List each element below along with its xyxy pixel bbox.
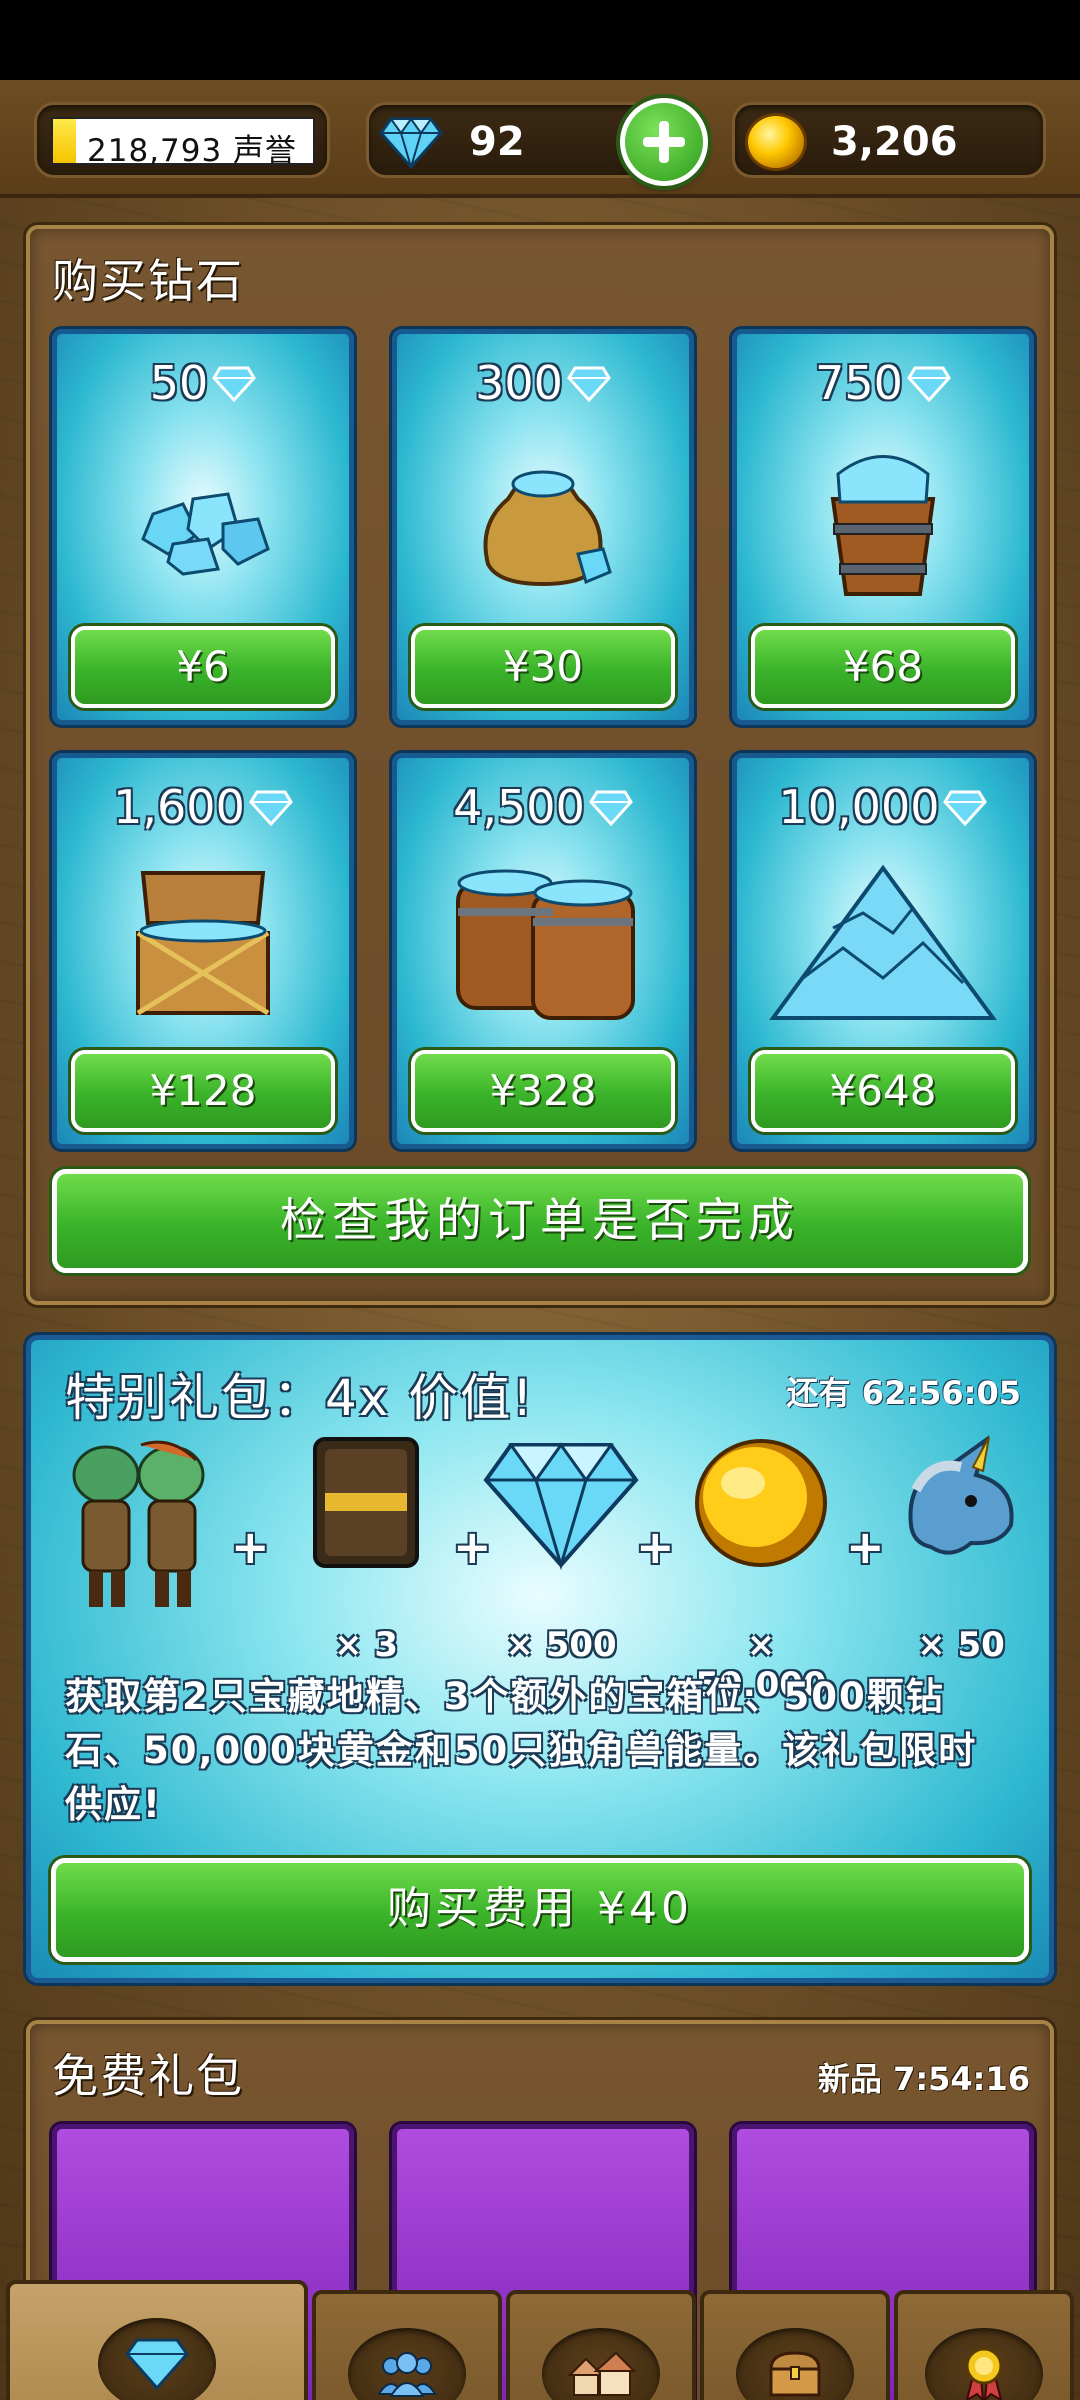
buy-pack-button[interactable]: ¥68 (751, 626, 1015, 708)
tab-town[interactable] (506, 2290, 696, 2400)
gem-pack-card[interactable]: 50 ¥6 (52, 329, 354, 725)
tab-shop[interactable]: 商店 (6, 2280, 308, 2400)
diamond-icon (943, 790, 988, 827)
bundle-item: × 3 (286, 1435, 421, 1665)
bundle-item: × 50.000 (681, 1435, 831, 1705)
diamond-icon (212, 366, 257, 403)
status-bar (0, 0, 1080, 80)
gold-count: 3,206 (831, 119, 958, 165)
reputation-text: 218,793 声誉 (87, 133, 298, 169)
diamond-icon (907, 366, 951, 403)
special-bundle-panel: 特别礼包：4x 价值! 还有 62:56:05 + × 3 + × 500 + … (26, 1335, 1054, 1983)
gem-pile-icon (141, 492, 270, 576)
diamond-icon (567, 366, 611, 403)
bundle-item: × 500 (481, 1435, 641, 1665)
gem-pack-card[interactable]: 300 ¥30 (392, 329, 694, 725)
gem-pack-amount: 4,500 (397, 780, 689, 834)
diamond-icon (379, 117, 443, 169)
treasure-chest-icon (769, 2351, 821, 2397)
buy-pack-button[interactable]: ¥328 (411, 1050, 675, 1132)
check-orders-button[interactable]: 检查我的订单是否完成 (52, 1169, 1028, 1273)
medal-icon (965, 2347, 1003, 2400)
houses-icon (567, 2351, 636, 2396)
bundle-timer: 还有 62:56:05 (786, 1374, 1021, 1412)
diamond-icon (588, 790, 633, 827)
gem-pack-amount: 750 (737, 356, 1029, 410)
chest-slot-card-icon (313, 1437, 419, 1568)
goblin-twins-icon (72, 1440, 205, 1607)
gem-pack-card[interactable]: 4,500 ¥328 (392, 753, 694, 1149)
tab-treasure[interactable] (700, 2290, 890, 2400)
reputation-pill: 218,793 声誉 (34, 102, 330, 178)
bundle-item (61, 1435, 221, 1619)
bundle-item-qty: × 500 (505, 1625, 617, 1665)
buy-gems-panel: 购买钻石 50 ¥6 300 ¥30 750 ¥68 1,600 ¥128 4,… (26, 225, 1054, 1305)
free-pack-timer: 新品 7:54:16 (817, 2060, 1030, 2098)
gem-mountain-icon (769, 864, 997, 1020)
bundle-description: 获取第2只宝藏地精、3个额外的宝箱位、500颗钻石、50,000块黄金和50只独… (65, 1675, 978, 1826)
buy-pack-button[interactable]: ¥30 (411, 626, 675, 708)
reputation-progress-fill (53, 119, 77, 163)
diamond-icon (125, 2338, 189, 2391)
gem-pack-card[interactable]: 1,600 ¥128 (52, 753, 354, 1149)
diamond-icon (248, 790, 293, 827)
buy-gems-title: 购买钻石 (52, 254, 244, 308)
gem-pack-amount: 300 (397, 356, 689, 410)
bundle-item: × 50 (881, 1435, 1031, 1665)
plus-sign: + (231, 1520, 270, 1574)
shop-screen: 218,793 声誉 92 3,206 购买钻石 50 ¥6 300 ¥30 7… (0, 80, 1080, 2400)
free-pack-title: 免费礼包 (52, 2049, 244, 2103)
gem-pack-card[interactable]: 750 ¥68 (732, 329, 1034, 725)
plus-sign: + (846, 1520, 885, 1574)
nav-icon-disc (348, 2328, 466, 2400)
gem-barrels-icon (456, 869, 635, 1020)
gem-count: 92 (469, 119, 525, 165)
gem-bag-icon (483, 470, 612, 587)
gem-chest-icon (136, 871, 270, 1016)
gem-pack-card[interactable]: 10,000 ¥648 (732, 753, 1034, 1149)
gem-pack-amount: 10,000 (737, 780, 1029, 834)
resource-bar: 218,793 声誉 92 3,206 (0, 80, 1080, 198)
gem-pack-amount: 50 (57, 356, 349, 410)
bundle-title: 特别礼包：4x 价值! (65, 1369, 535, 1427)
people-icon (377, 2352, 437, 2397)
plus-sign: + (636, 1520, 675, 1574)
unicorn-icon (908, 1435, 1014, 1555)
buy-pack-button[interactable]: ¥6 (71, 626, 335, 708)
gem-pack-amount: 1,600 (57, 780, 349, 834)
tab-friends[interactable] (312, 2290, 502, 2400)
nav-icon-disc (736, 2328, 854, 2400)
diamond-icon (483, 1442, 639, 1571)
gold-coin-icon (745, 113, 807, 171)
add-gems-button[interactable] (620, 98, 708, 186)
bundle-item-qty: × 50 (917, 1625, 1005, 1665)
tab-achievements[interactable] (894, 2290, 1074, 2400)
nav-icon-disc (98, 2318, 216, 2400)
buy-pack-button[interactable]: ¥648 (751, 1050, 1015, 1132)
buy-pack-button[interactable]: ¥128 (71, 1050, 335, 1132)
gem-bucket-icon (830, 455, 936, 596)
buy-bundle-button[interactable]: 购买费用 ¥40 (51, 1858, 1029, 1962)
bundle-item-qty: × 3 (334, 1625, 398, 1665)
bundle-items: + × 3 + × 500 + × 50.000 + × 50 (61, 1435, 1031, 1705)
gold-coin-icon (695, 1439, 827, 1567)
nav-icon-disc (542, 2328, 660, 2400)
gold-pill: 3,206 (732, 102, 1046, 178)
bottom-nav: 商店 (0, 2210, 1080, 2400)
nav-icon-disc (925, 2328, 1043, 2400)
reputation-bar: 218,793 声誉 (51, 117, 315, 169)
